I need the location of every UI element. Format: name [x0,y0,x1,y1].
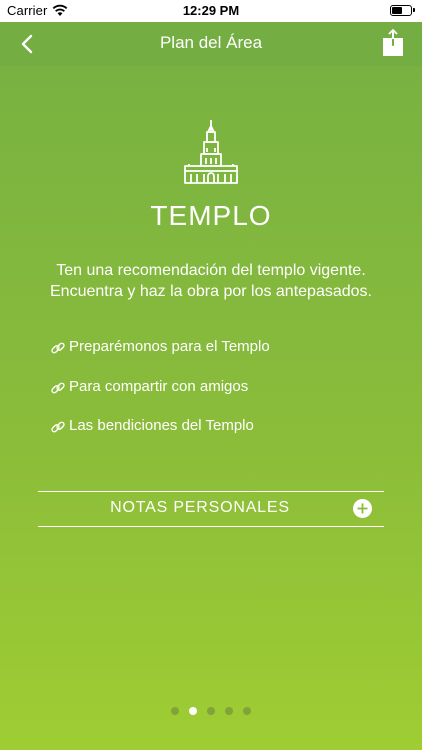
nav-bar: Plan del Área [0,22,422,66]
section-description: Ten una recomendación del templo vigente… [20,260,402,302]
page-dot[interactable] [225,707,233,715]
page-dot[interactable] [207,707,215,715]
link-label: Las bendiciones del Templo [69,417,254,434]
screen: Carrier 12:29 PM Plan del Área TEMPLO Te… [0,0,422,750]
page-indicator [0,707,422,715]
status-time: 12:29 PM [182,3,240,18]
link-icon [51,342,65,354]
section-heading: TEMPLO [150,200,272,231]
status-bar: Carrier 12:29 PM [0,0,422,22]
link-compartir-amigos[interactable]: Para compartir con amigos [50,378,390,418]
nav-title: Plan del Área [159,33,263,52]
link-bendiciones-templo[interactable]: Las bendiciones del Templo [50,417,390,457]
personal-notes-label: NOTAS PERSONALES [110,499,290,516]
description-line: Ten una recomendación del templo vigente… [56,262,366,279]
plus-circle-icon[interactable] [353,499,372,518]
page-dot-active[interactable] [189,707,197,715]
link-label: Para compartir con amigos [69,377,249,395]
page-dot[interactable] [243,707,251,715]
page-dot[interactable] [171,707,179,715]
link-preparemonos-templo[interactable]: Preparémonos para el Templo [50,338,390,378]
link-label: Preparémonos para el Templo [69,338,270,355]
description-line: Encuentra y haz la obra por los antepasa… [50,283,372,300]
share-icon[interactable] [382,29,404,57]
personal-notes-toggle[interactable]: NOTAS PERSONALES [38,491,384,527]
temple-icon [184,120,238,184]
battery-icon [390,5,415,16]
link-icon [51,382,65,393]
resource-links: Preparémonos para el Templo Para compart… [50,338,390,457]
link-icon [51,421,65,433]
battery-level [392,7,402,14]
